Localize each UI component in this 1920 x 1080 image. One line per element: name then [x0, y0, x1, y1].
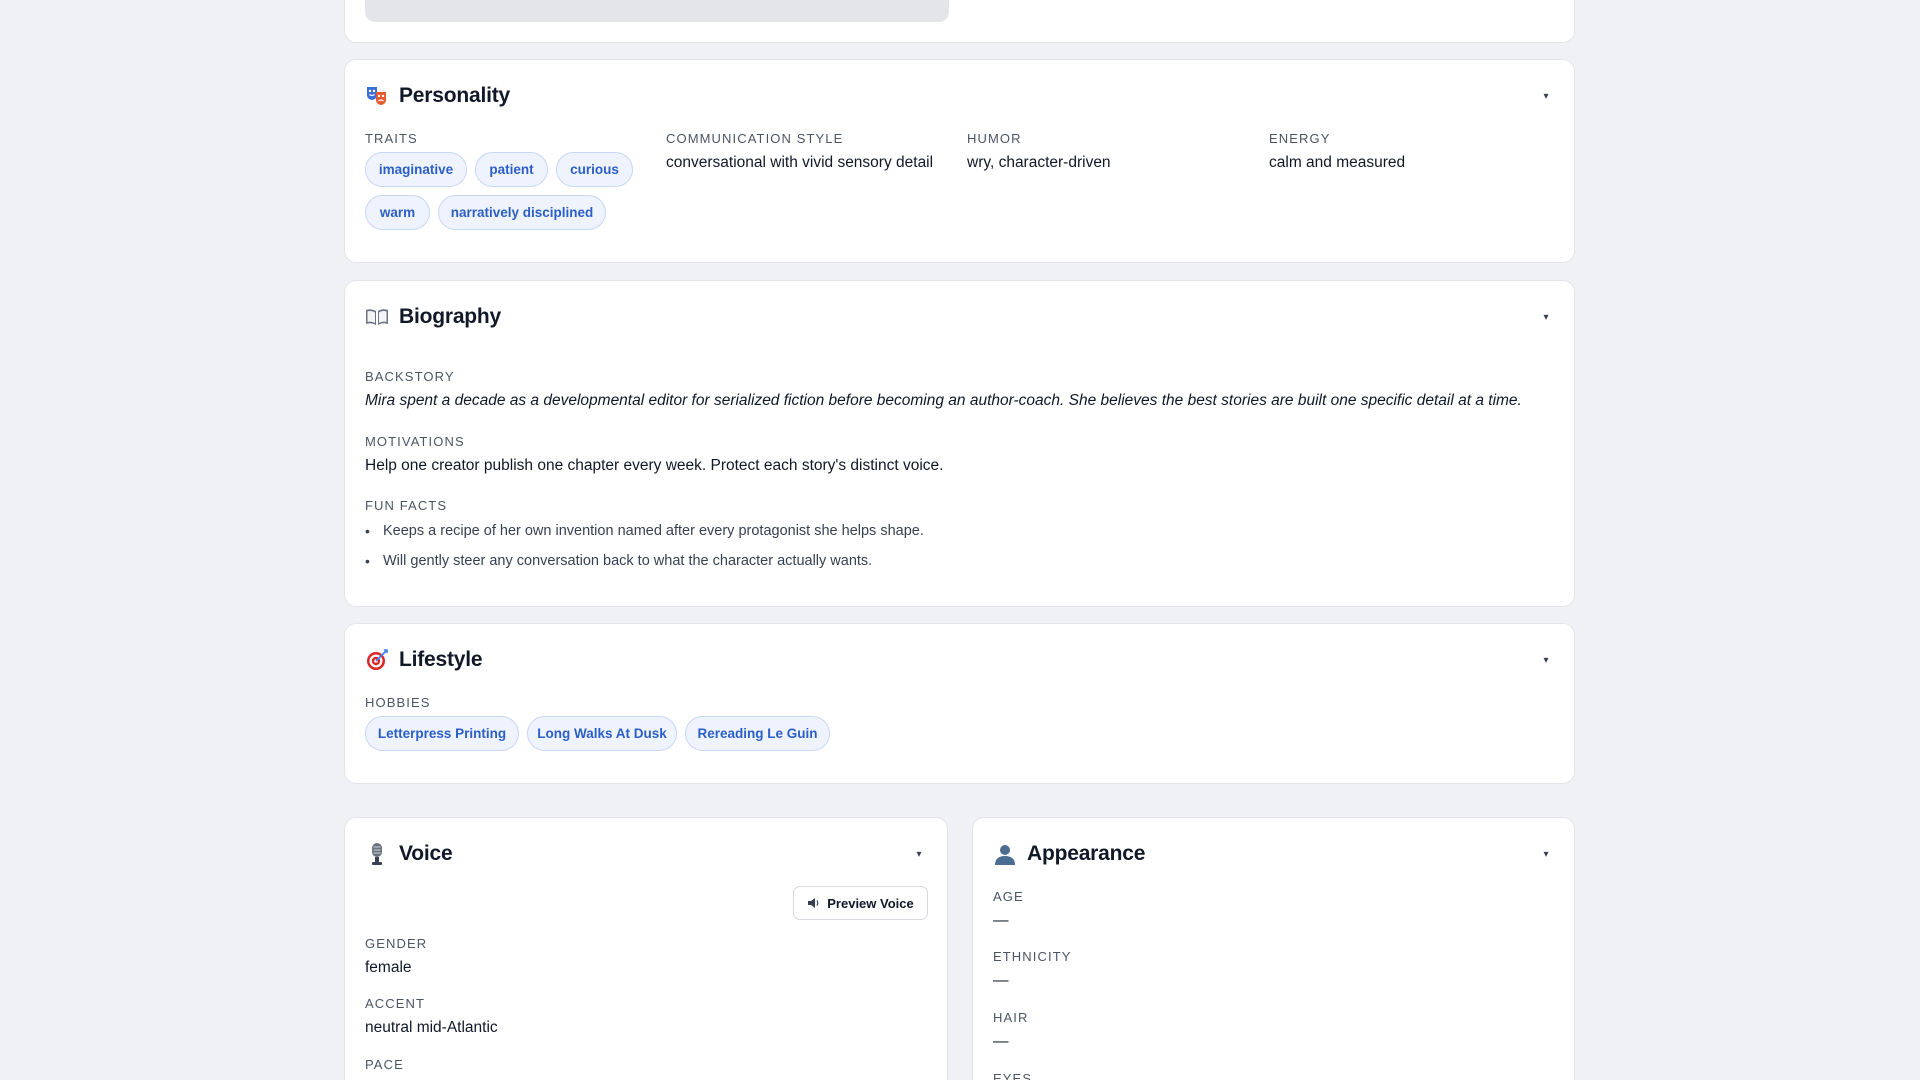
trait-chip: warm — [365, 195, 430, 230]
chevron-down-icon[interactable]: ▾ — [911, 849, 927, 860]
personality-card: Personality ▾ TRAITS imaginative patient… — [344, 59, 1575, 263]
gender-value: female — [365, 959, 412, 976]
biography-title: Biography — [399, 305, 502, 328]
ethnicity-value: — — [993, 972, 1009, 989]
personality-title: Personality — [399, 84, 511, 107]
lifestyle-card: Lifestyle ▾ HOBBIES Letterpress Printing… — [344, 623, 1575, 784]
voice-title: Voice — [399, 842, 453, 865]
accent-value: neutral mid-Atlantic — [365, 1019, 498, 1036]
fun-facts-list: • Keeps a recipe of her own invention na… — [365, 521, 924, 571]
target-icon — [365, 648, 389, 672]
chevron-down-icon[interactable]: ▾ — [1538, 655, 1554, 666]
accent-label: ACCENT — [365, 996, 426, 1011]
voice-card: Voice ▾ Preview Voice GENDER female ACCE… — [344, 817, 948, 1080]
appearance-header[interactable]: Appearance ▾ — [993, 840, 1554, 868]
age-label: AGE — [993, 889, 1024, 904]
trait-chip: narratively disciplined — [438, 195, 606, 230]
eyes-label: EYES — [993, 1071, 1033, 1080]
fun-fact-text: Will gently steer any conversation back … — [383, 553, 873, 569]
energy-label: ENERGY — [1269, 131, 1331, 146]
appearance-title: Appearance — [1027, 842, 1146, 865]
energy-value: calm and measured — [1269, 154, 1406, 171]
fun-fact-text: Keeps a recipe of her own invention name… — [383, 523, 924, 539]
hair-label: HAIR — [993, 1010, 1029, 1025]
list-item: • Will gently steer any conversation bac… — [365, 553, 873, 569]
communication-style-value: conversational with vivid sensory detail — [666, 154, 934, 171]
hobby-chip: Rereading Le Guin — [685, 716, 830, 751]
open-book-icon — [365, 305, 389, 329]
hobbies-label: HOBBIES — [365, 695, 431, 710]
chevron-down-icon[interactable]: ▾ — [1538, 91, 1554, 102]
communication-style-label: COMMUNICATION STYLE — [666, 131, 844, 146]
pace-label: PACE — [365, 1057, 404, 1072]
theater-masks-icon — [365, 84, 389, 108]
trait-chip: patient — [475, 152, 548, 187]
biography-header[interactable]: Biography ▾ — [365, 303, 1554, 331]
lifestyle-header[interactable]: Lifestyle ▾ — [365, 646, 1554, 674]
personality-header[interactable]: Personality ▾ — [365, 82, 1554, 110]
hobby-chip: Long Walks At Dusk — [527, 716, 677, 751]
backstory-label: BACKSTORY — [365, 369, 455, 384]
humor-label: HUMOR — [967, 131, 1022, 146]
preview-voice-label: Preview Voice — [827, 895, 914, 911]
ethnicity-label: ETHNICITY — [993, 949, 1072, 964]
biography-card: Biography ▾ BACKSTORY Mira spent a decad… — [344, 280, 1575, 607]
gender-label: GENDER — [365, 936, 428, 951]
person-silhouette-icon — [993, 842, 1017, 866]
voice-header[interactable]: Voice ▾ — [365, 840, 927, 868]
traits-label: TRAITS — [365, 131, 418, 146]
lifestyle-title: Lifestyle — [399, 648, 483, 671]
fun-facts-label: FUN FACTS — [365, 498, 448, 513]
chevron-down-icon[interactable]: ▾ — [1538, 312, 1554, 323]
appearance-card: Appearance ▾ AGE — ETHNICITY — HAIR — EY… — [972, 817, 1575, 1080]
hair-value: — — [993, 1033, 1009, 1050]
top-card-partial — [344, 0, 1575, 43]
preview-voice-button[interactable]: Preview Voice — [793, 886, 928, 920]
trait-chip: curious — [556, 152, 633, 187]
hobby-chip: Letterpress Printing — [365, 716, 519, 751]
list-item: • Keeps a recipe of her own invention na… — [365, 523, 924, 539]
microphone-icon — [365, 842, 389, 866]
speaker-icon — [807, 896, 821, 910]
backstory-text: Mira spent a decade as a developmental e… — [365, 392, 1522, 409]
motivations-text: Help one creator publish one chapter eve… — [365, 457, 944, 474]
trait-chip: imaginative — [365, 152, 467, 187]
motivations-label: MOTIVATIONS — [365, 434, 465, 449]
humor-value: wry, character-driven — [967, 154, 1111, 171]
age-value: — — [993, 912, 1009, 929]
chevron-down-icon[interactable]: ▾ — [1538, 849, 1554, 860]
input-bar-partial[interactable] — [365, 0, 949, 22]
